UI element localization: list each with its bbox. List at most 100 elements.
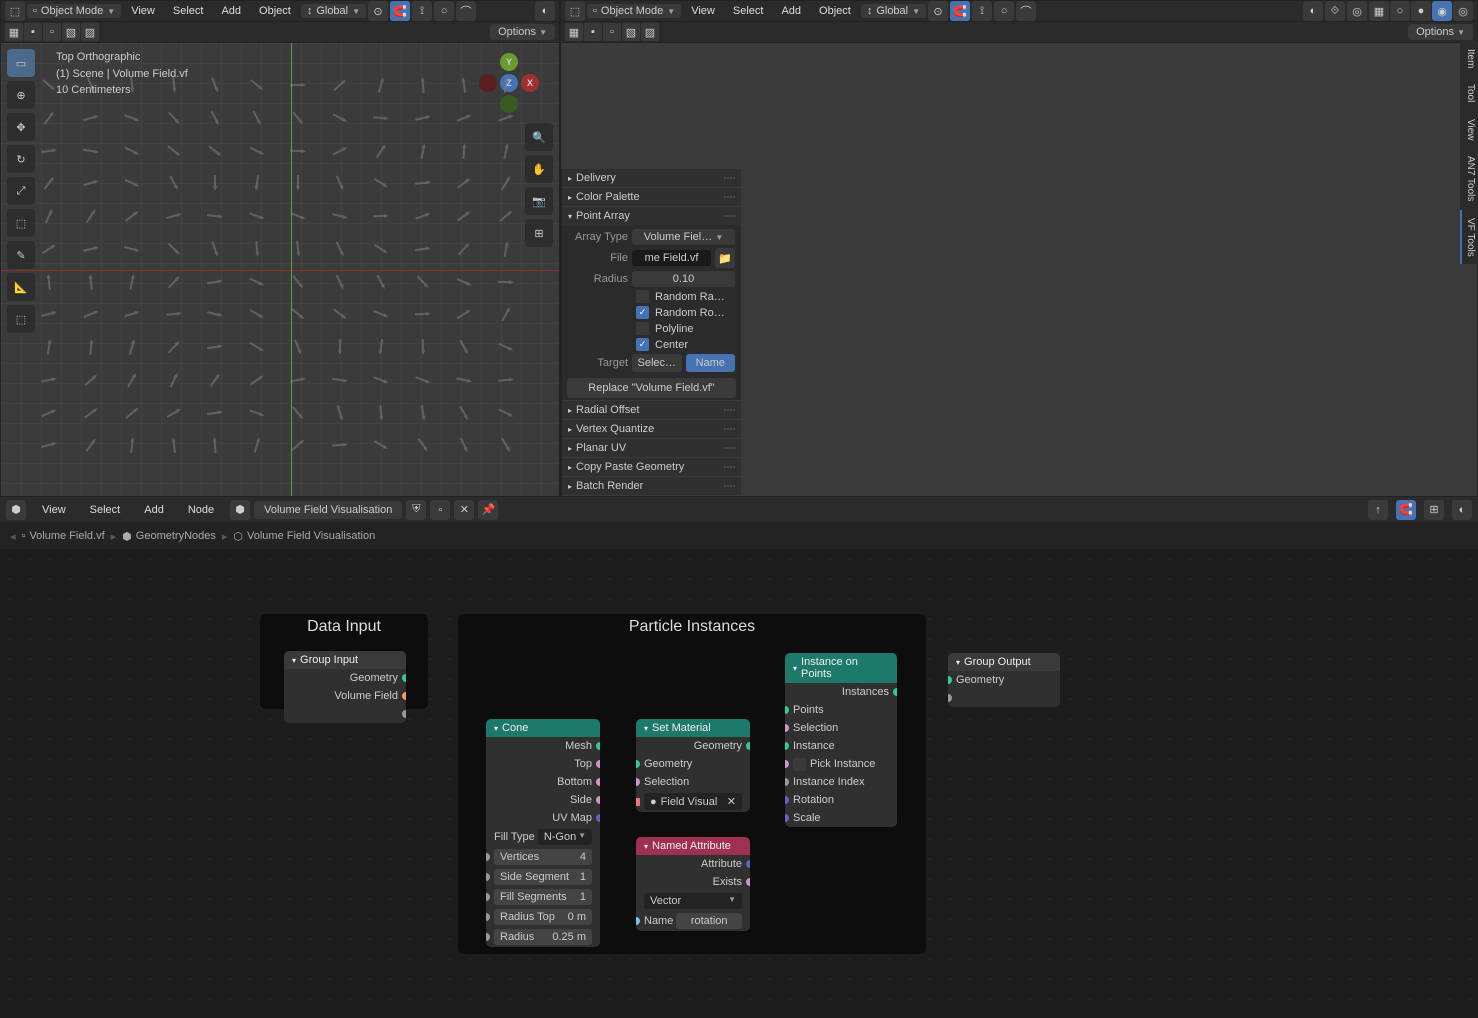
vertices-field[interactable]: Vertices4 bbox=[494, 849, 592, 865]
overlay-icon[interactable]: ◐ bbox=[1303, 1, 1323, 21]
proportional-icon[interactable]: ○ bbox=[994, 1, 1014, 21]
menu-add[interactable]: Add bbox=[213, 3, 249, 19]
shading-solid[interactable]: ● bbox=[1411, 1, 1431, 21]
fill-segments-field[interactable]: Fill Segments1 bbox=[494, 889, 592, 905]
viewport-3d-left[interactable]: Top Orthographic (1) Scene | Volume Fiel… bbox=[1, 43, 559, 496]
panel-color-palette[interactable]: ▸Color Palette bbox=[562, 188, 741, 206]
select-mode-icon[interactable]: ▦ bbox=[565, 23, 583, 41]
select-mode-icon[interactable]: ▦ bbox=[5, 23, 23, 41]
editor-type-icon[interactable]: ⬢ bbox=[6, 500, 26, 520]
menu-select[interactable]: Select bbox=[725, 3, 772, 19]
bc-nodetree[interactable]: ⬡Volume Field Visualisation bbox=[233, 530, 375, 543]
shield-icon[interactable]: ⛨ bbox=[406, 500, 426, 520]
center-check[interactable]: Center bbox=[568, 338, 735, 351]
snap-toggle[interactable]: 🧲 bbox=[1396, 500, 1416, 520]
menu-view[interactable]: View bbox=[683, 3, 723, 19]
snap-icon[interactable]: 🧲 bbox=[390, 1, 410, 21]
tab-an7-tools[interactable]: AN7 Tools bbox=[1460, 148, 1478, 209]
move-tool[interactable]: ✥ bbox=[7, 113, 35, 141]
menu-view[interactable]: View bbox=[34, 502, 74, 518]
material-field[interactable]: ●Field Visual✕ bbox=[644, 793, 742, 810]
replace-button[interactable]: Replace "Volume Field.vf" bbox=[567, 378, 736, 398]
annotate-tool[interactable]: ✎ bbox=[7, 241, 35, 269]
editor-type-icon[interactable]: ⬚ bbox=[5, 1, 25, 21]
select-mode-4[interactable]: ▧ bbox=[62, 23, 80, 41]
select-tool[interactable]: ▭ bbox=[7, 49, 35, 77]
pan-tool[interactable]: ✋ bbox=[525, 155, 553, 183]
radius-field[interactable]: 0.10 bbox=[632, 271, 735, 287]
cursor-tool[interactable]: ⊕ bbox=[7, 81, 35, 109]
editor-type-icon[interactable]: ⬚ bbox=[565, 1, 585, 21]
orientation-selector[interactable]: ↕Global▼ bbox=[861, 4, 926, 18]
bc-object[interactable]: ▫Volume Field.vf bbox=[22, 530, 105, 542]
parent-icon[interactable]: ↑ bbox=[1368, 500, 1388, 520]
shading-rendered[interactable]: ◎ bbox=[1453, 1, 1473, 21]
type-dropdown[interactable]: Vector▼ bbox=[644, 893, 742, 909]
pivot-icon[interactable]: ⊙ bbox=[928, 1, 948, 21]
tab-tool[interactable]: Tool bbox=[1460, 76, 1478, 110]
polyline-check[interactable]: Polyline bbox=[568, 322, 735, 335]
grid-toggle[interactable]: ⊞ bbox=[525, 219, 553, 247]
radius-top-field[interactable]: Radius Top0 m bbox=[494, 909, 592, 925]
camera-tool[interactable]: 📷 bbox=[525, 187, 553, 215]
menu-select[interactable]: Select bbox=[165, 3, 212, 19]
menu-select[interactable]: Select bbox=[82, 502, 129, 518]
orientation-selector[interactable]: ↕Global▼ bbox=[301, 4, 366, 18]
node-set-material[interactable]: ▾Set Material Geometry Geometry Selectio… bbox=[636, 719, 750, 812]
select-mode-5[interactable]: ▨ bbox=[81, 23, 99, 41]
node-group-input[interactable]: ▾Group Input Geometry Volume Field bbox=[284, 651, 406, 723]
panel-point-array[interactable]: ▾Point Array bbox=[562, 207, 741, 225]
radius-field[interactable]: Radius0.25 m bbox=[494, 929, 592, 945]
tree-type-icon[interactable]: ⬢ bbox=[230, 500, 250, 520]
unlink-icon[interactable]: ✕ bbox=[454, 500, 474, 520]
zoom-tool[interactable]: 🔍 bbox=[525, 123, 553, 151]
node-canvas[interactable]: Data Input Particle Instances ▾Group Inp… bbox=[0, 549, 1478, 1018]
select-mode-3[interactable]: ▫ bbox=[43, 23, 61, 41]
transform-tool[interactable]: ⬚ bbox=[7, 209, 35, 237]
tab-vf-tools[interactable]: VF Tools bbox=[1460, 210, 1478, 265]
snap-type[interactable]: ⊞ bbox=[1424, 500, 1444, 520]
node-tree-name[interactable]: Volume Field Visualisation bbox=[254, 501, 402, 519]
snap-target-icon[interactable]: ⟟ bbox=[412, 1, 432, 21]
falloff-icon[interactable]: ⌒ bbox=[456, 1, 476, 21]
panel-vertex-quantize[interactable]: ▸Vertex Quantize bbox=[562, 420, 741, 438]
add-tool[interactable]: ⬚ bbox=[7, 305, 35, 333]
file-field[interactable]: me Field.vf bbox=[632, 250, 711, 266]
bc-modifier[interactable]: ⬢GeometryNodes bbox=[122, 530, 216, 543]
overlay-toggle[interactable]: ◐ bbox=[1452, 500, 1472, 520]
options-button[interactable]: Options ▼ bbox=[490, 24, 555, 40]
side-segment-field[interactable]: Side Segment1 bbox=[494, 869, 592, 885]
shading-material[interactable]: ◉ bbox=[1432, 1, 1452, 21]
node-group-output[interactable]: ▾Group Output Geometry bbox=[948, 653, 1060, 707]
pivot-icon[interactable]: ⊙ bbox=[368, 1, 388, 21]
panel-batch-render[interactable]: ▸Batch Render bbox=[562, 477, 741, 495]
gizmo-toggle[interactable]: ⟐ bbox=[1325, 1, 1345, 21]
node-named-attribute[interactable]: ▾Named Attribute Attribute Exists Vector… bbox=[636, 837, 750, 931]
attr-name-field[interactable]: rotation bbox=[676, 913, 742, 929]
tab-view[interactable]: View bbox=[1460, 111, 1478, 149]
panel-delivery[interactable]: ▸Delivery bbox=[562, 169, 741, 187]
panel-planar-uv[interactable]: ▸Planar UV bbox=[562, 439, 741, 457]
mode-selector[interactable]: ▫ Object Mode ▼ bbox=[27, 4, 121, 18]
file-browse-icon[interactable]: 📁 bbox=[715, 248, 735, 268]
measure-tool[interactable]: 📐 bbox=[7, 273, 35, 301]
overlay-icon[interactable]: ◐ bbox=[535, 1, 555, 21]
select-mode-2[interactable]: ▪ bbox=[24, 23, 42, 41]
falloff-icon[interactable]: ⌒ bbox=[1016, 1, 1036, 21]
overlays-toggle[interactable]: ◎ bbox=[1347, 1, 1367, 21]
random-ro-check[interactable]: Random Ro… bbox=[568, 306, 735, 319]
panel-radial-offset[interactable]: ▸Radial Offset bbox=[562, 401, 741, 419]
node-instance-on-points[interactable]: ▾Instance on Points Instances Points Sel… bbox=[785, 653, 897, 827]
fill-type-dropdown[interactable]: N-Gon▼ bbox=[538, 829, 592, 845]
menu-add[interactable]: Add bbox=[136, 502, 172, 518]
menu-view[interactable]: View bbox=[123, 3, 163, 19]
snap-target[interactable]: ⟟ bbox=[972, 1, 992, 21]
target-select-btn[interactable]: Selec… bbox=[632, 354, 682, 372]
panel-copy-paste[interactable]: ▸Copy Paste Geometry bbox=[562, 458, 741, 476]
array-type-dropdown[interactable]: Volume Fiel… ▼ bbox=[632, 229, 735, 245]
menu-object[interactable]: Object bbox=[251, 3, 299, 19]
menu-add[interactable]: Add bbox=[773, 3, 809, 19]
random-ra-check[interactable]: Random Ra… bbox=[568, 290, 735, 303]
scale-tool[interactable]: ⤢ bbox=[7, 177, 35, 205]
options-button[interactable]: Options ▼ bbox=[1408, 24, 1473, 40]
